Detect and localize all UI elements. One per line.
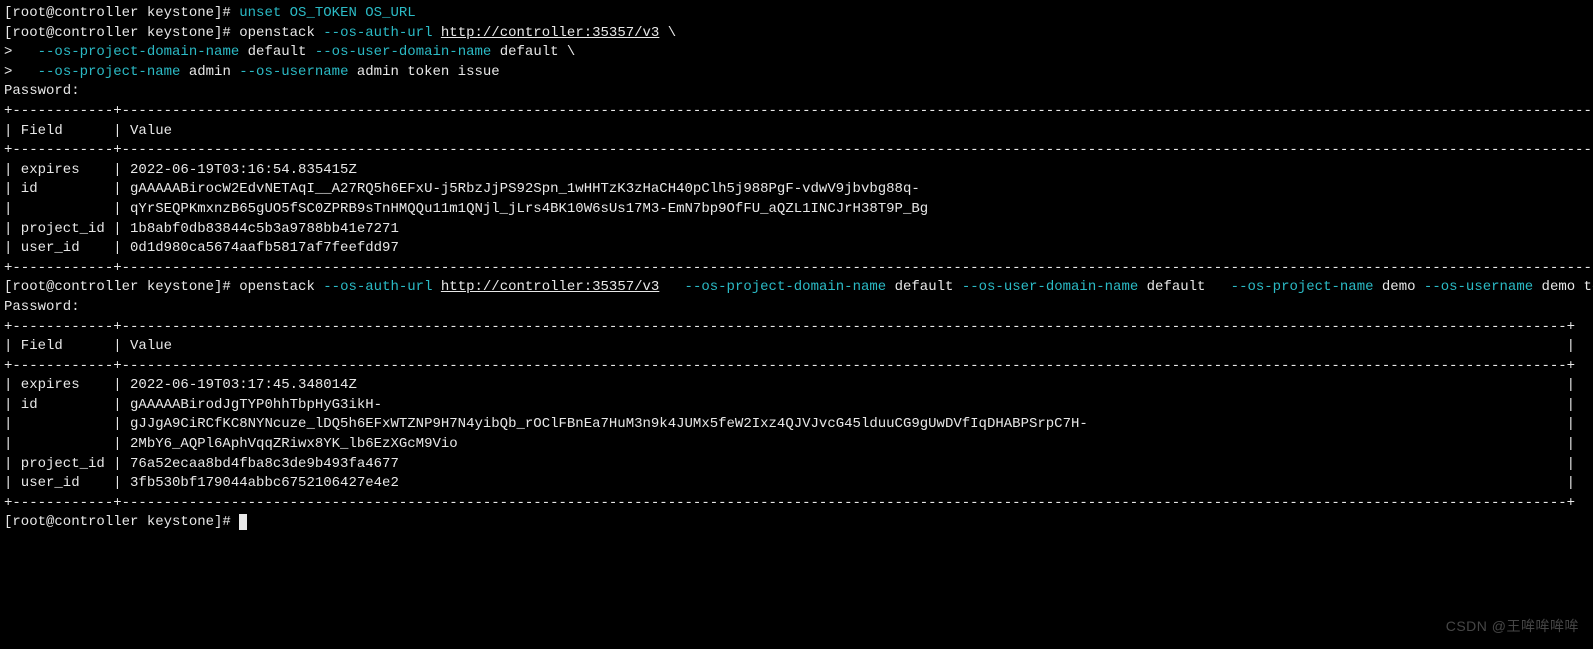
table-row: | id | gAAAAABirocW2EdvNETAqI__A27RQ5h6E… — [4, 180, 1589, 200]
command-line: [root@controller keystone]# openstack --… — [4, 278, 1589, 298]
terminal-output[interactable]: [root@controller keystone]# unset OS_TOK… — [4, 4, 1589, 533]
table-row: | expires | 2022-06-19T03:17:45.348014Z … — [4, 376, 1589, 396]
table-row: | user_id | 0d1d980ca5674aafb5817af7feef… — [4, 239, 1589, 259]
table-row: | | 2MbY6_AQPl6AphVqqZRiwx8YK_lb6EzXGcM9… — [4, 435, 1589, 455]
watermark-text: CSDN @王哞哞哞哞 — [1446, 617, 1579, 637]
table-row: | user_id | 3fb530bf179044abbc6752106427… — [4, 474, 1589, 494]
command-line: [root@controller keystone]# openstack --… — [4, 24, 1589, 44]
table-row: | | gJJgA9CiRCfKC8NYNcuze_lDQ5h6EFxWTZNP… — [4, 415, 1589, 435]
prompt-line[interactable]: [root@controller keystone]# — [4, 513, 1589, 533]
table-border: +------------+--------------------------… — [4, 494, 1589, 514]
table-row: | | qYrSEQPKmxnzB65gUO5fSC0ZPRB9sTnHMQQu… — [4, 200, 1589, 220]
password-prompt: Password: — [4, 298, 1589, 318]
table-border: +------------+--------------------------… — [4, 318, 1589, 338]
command-line: [root@controller keystone]# unset OS_TOK… — [4, 4, 1589, 24]
table-header: | Field | Value | — [4, 337, 1589, 357]
table-border: +------------+--------------------------… — [4, 357, 1589, 377]
table-border: +------------+--------------------------… — [4, 102, 1589, 122]
table-header: | Field | Value | — [4, 122, 1589, 142]
table-row: | project_id | 76a52ecaa8bd4fba8c3de9b49… — [4, 455, 1589, 475]
command-continuation: > --os-project-domain-name default --os-… — [4, 43, 1589, 63]
table-border: +------------+--------------------------… — [4, 259, 1589, 279]
password-prompt: Password: — [4, 82, 1589, 102]
table-row: | expires | 2022-06-19T03:16:54.835415Z … — [4, 161, 1589, 181]
table-border: +------------+--------------------------… — [4, 141, 1589, 161]
command-continuation: > --os-project-name admin --os-username … — [4, 63, 1589, 83]
cursor-icon — [239, 514, 247, 530]
table-row: | project_id | 1b8abf0db83844c5b3a9788bb… — [4, 220, 1589, 240]
table-row: | id | gAAAAABirodJgTYP0hhTbpHyG3ikH- | — [4, 396, 1589, 416]
